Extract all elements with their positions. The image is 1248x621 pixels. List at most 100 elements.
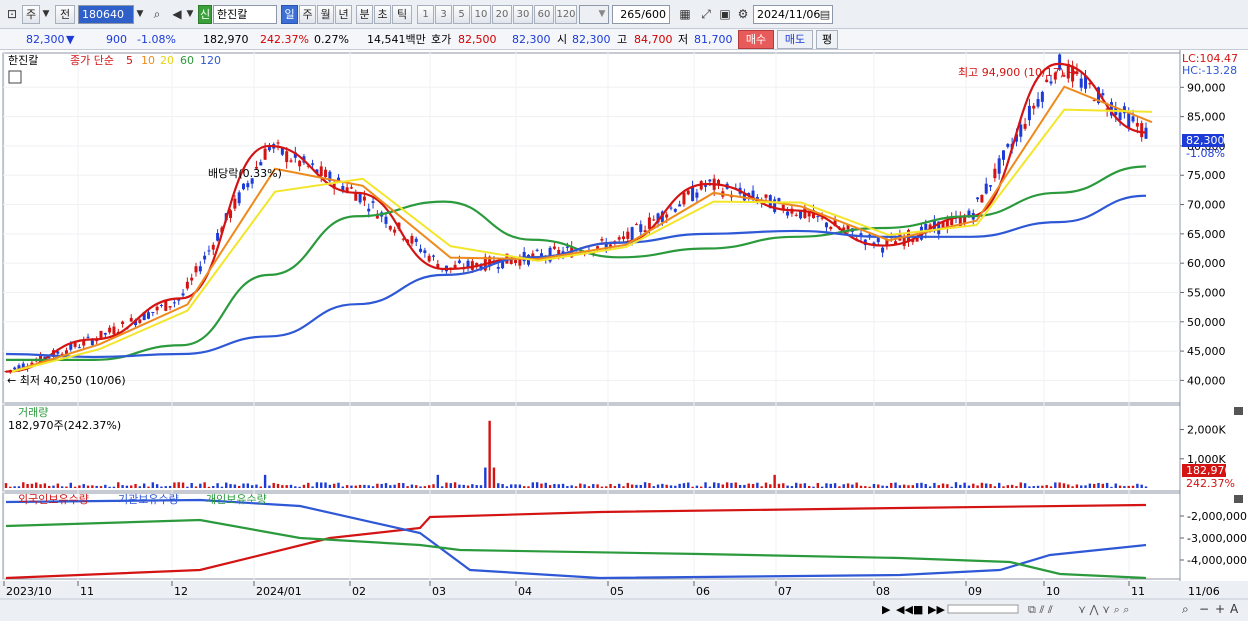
foreign-holdings-label[interactable]: 외국인보유수량 xyxy=(18,493,89,506)
volume-bar xyxy=(993,486,997,488)
candle-body xyxy=(246,183,250,188)
stock-chart[interactable]: 90,00085,00080,00075,00070,00065,00060,0… xyxy=(0,50,1248,621)
volume-bar xyxy=(99,486,103,488)
candle-body xyxy=(121,321,125,325)
candle-body xyxy=(147,312,150,319)
candle-body xyxy=(665,214,669,218)
window-icon[interactable]: ⊡ xyxy=(3,5,21,24)
sell-button[interactable]: 매도 xyxy=(777,30,813,49)
buy-button[interactable]: 매수 xyxy=(738,30,774,49)
quote-label: 호가 xyxy=(431,33,452,46)
volume-bar xyxy=(976,485,979,488)
draw-icon[interactable]: ⤢ xyxy=(697,5,715,24)
zoom-out-icon[interactable]: − xyxy=(1199,602,1209,616)
candle-body xyxy=(764,194,768,198)
rewind-icon[interactable]: ◀◀ xyxy=(896,603,913,616)
volume-bar xyxy=(907,485,910,488)
period-day[interactable]: 일 xyxy=(281,5,298,24)
zoom-in-icon[interactable]: + xyxy=(1215,602,1225,616)
x-tick-label: 2023/10 xyxy=(6,585,52,598)
prev-button[interactable]: 전 xyxy=(55,5,75,24)
volume-bar xyxy=(902,484,906,488)
ma-5-label[interactable]: 5 xyxy=(126,54,133,67)
evaluate-button[interactable]: 평 xyxy=(816,30,838,49)
bar-count-field[interactable]: 265/600 xyxy=(612,5,670,24)
search-icon[interactable]: ⌕ xyxy=(148,5,166,24)
zoom-search-icon[interactable]: ⌕ xyxy=(1182,602,1189,616)
period-year[interactable]: 년 xyxy=(335,5,352,24)
interval-20[interactable]: 20 xyxy=(492,5,512,24)
stock-label[interactable]: 한진칼 xyxy=(8,54,38,67)
period-week[interactable]: 주 xyxy=(299,5,316,24)
interval-120[interactable]: 120 xyxy=(555,5,577,24)
volume-bar xyxy=(52,485,55,488)
period-minute[interactable]: 분 xyxy=(356,5,373,24)
drawing-tools-icon[interactable]: ⋎ ⋀ ⋎ ⌕ ⌕ xyxy=(1078,603,1129,616)
volume-bar xyxy=(941,483,945,488)
ma-60-label[interactable]: 60 xyxy=(180,54,194,67)
candle-body xyxy=(151,311,155,313)
current-price-tag: 82,300 xyxy=(1186,134,1225,147)
period-tick[interactable]: 틱 xyxy=(392,5,412,24)
candle-body xyxy=(1036,99,1040,107)
ma-120-label[interactable]: 120 xyxy=(200,54,221,67)
chevron-down-icon[interactable]: ▼ xyxy=(596,5,608,24)
volume-bar xyxy=(302,484,306,488)
volume-close-icon[interactable] xyxy=(1234,407,1243,415)
candle-body xyxy=(1027,105,1031,121)
font-size-icon[interactable]: A xyxy=(1230,602,1239,616)
individual-holdings-label[interactable]: 개인보유수량 xyxy=(206,493,267,506)
volume-bar xyxy=(963,482,966,488)
chart-type-icon[interactable]: ⧉ ⫽ ⫽ xyxy=(1028,603,1053,616)
table-toggle-icon[interactable] xyxy=(8,70,22,84)
interval-3[interactable]: 3 xyxy=(435,5,452,24)
institution-holdings-label[interactable]: 기관보유수량 xyxy=(118,493,179,506)
stock-name-field[interactable]: 한진칼 xyxy=(213,5,277,24)
volume-title[interactable]: 거래량 xyxy=(18,406,48,419)
volume-pct: 242.37% xyxy=(260,33,309,46)
stop-icon[interactable]: ■ xyxy=(913,603,923,616)
volume-bar xyxy=(829,483,832,488)
chevron-down-icon[interactable]: ▼ xyxy=(40,5,52,24)
grid-icon[interactable]: ▦ xyxy=(676,5,694,24)
price-tick-label: 65,000 xyxy=(1187,228,1226,241)
settings-icon[interactable]: ⚙ xyxy=(734,5,752,24)
candle-body xyxy=(634,224,638,226)
candle-body xyxy=(704,185,708,187)
volume-bar xyxy=(738,484,742,488)
volume-bar xyxy=(1023,483,1027,488)
candle-body xyxy=(881,247,885,253)
volume-bar xyxy=(514,484,517,488)
calendar-icon[interactable]: ▤ xyxy=(818,5,832,24)
interval-30[interactable]: 30 xyxy=(513,5,533,24)
scrollbar[interactable] xyxy=(947,604,1019,614)
chevron-down-icon[interactable]: ▼ xyxy=(184,5,196,24)
candle-body xyxy=(647,217,651,229)
volume-bar xyxy=(328,484,332,488)
save-icon[interactable]: ▣ xyxy=(716,5,734,24)
volume-bar xyxy=(682,483,686,488)
interval-5[interactable]: 5 xyxy=(453,5,470,24)
period-month[interactable]: 월 xyxy=(317,5,334,24)
ma-10-label[interactable]: 10 xyxy=(141,54,155,67)
scroll-right-icon[interactable]: ▶ xyxy=(882,603,891,616)
holdings-close-icon[interactable] xyxy=(1234,495,1243,503)
mode-select[interactable]: 주 xyxy=(22,5,40,24)
forward-icon[interactable]: ▶▶ xyxy=(928,603,945,616)
indicator-label[interactable]: 종가 단순 xyxy=(70,54,114,67)
ma-20-label[interactable]: 20 xyxy=(160,54,174,67)
candle-body xyxy=(1006,144,1010,147)
volume-bar xyxy=(1015,486,1018,488)
chevron-down-icon[interactable]: ▼ xyxy=(134,5,146,24)
stock-code-input[interactable]: 180640 xyxy=(78,5,134,24)
volume-bar xyxy=(26,483,29,488)
period-second[interactable]: 초 xyxy=(374,5,391,24)
open-label: 시 xyxy=(557,33,568,46)
high-annotation: 최고 94,900 (10/17) → xyxy=(958,66,1077,79)
interval-1[interactable]: 1 xyxy=(417,5,434,24)
volume-bar xyxy=(561,483,565,488)
volume-bar xyxy=(285,485,288,488)
interval-60[interactable]: 60 xyxy=(534,5,554,24)
turnover-rate: 0.27% xyxy=(314,33,349,46)
interval-10[interactable]: 10 xyxy=(471,5,491,24)
